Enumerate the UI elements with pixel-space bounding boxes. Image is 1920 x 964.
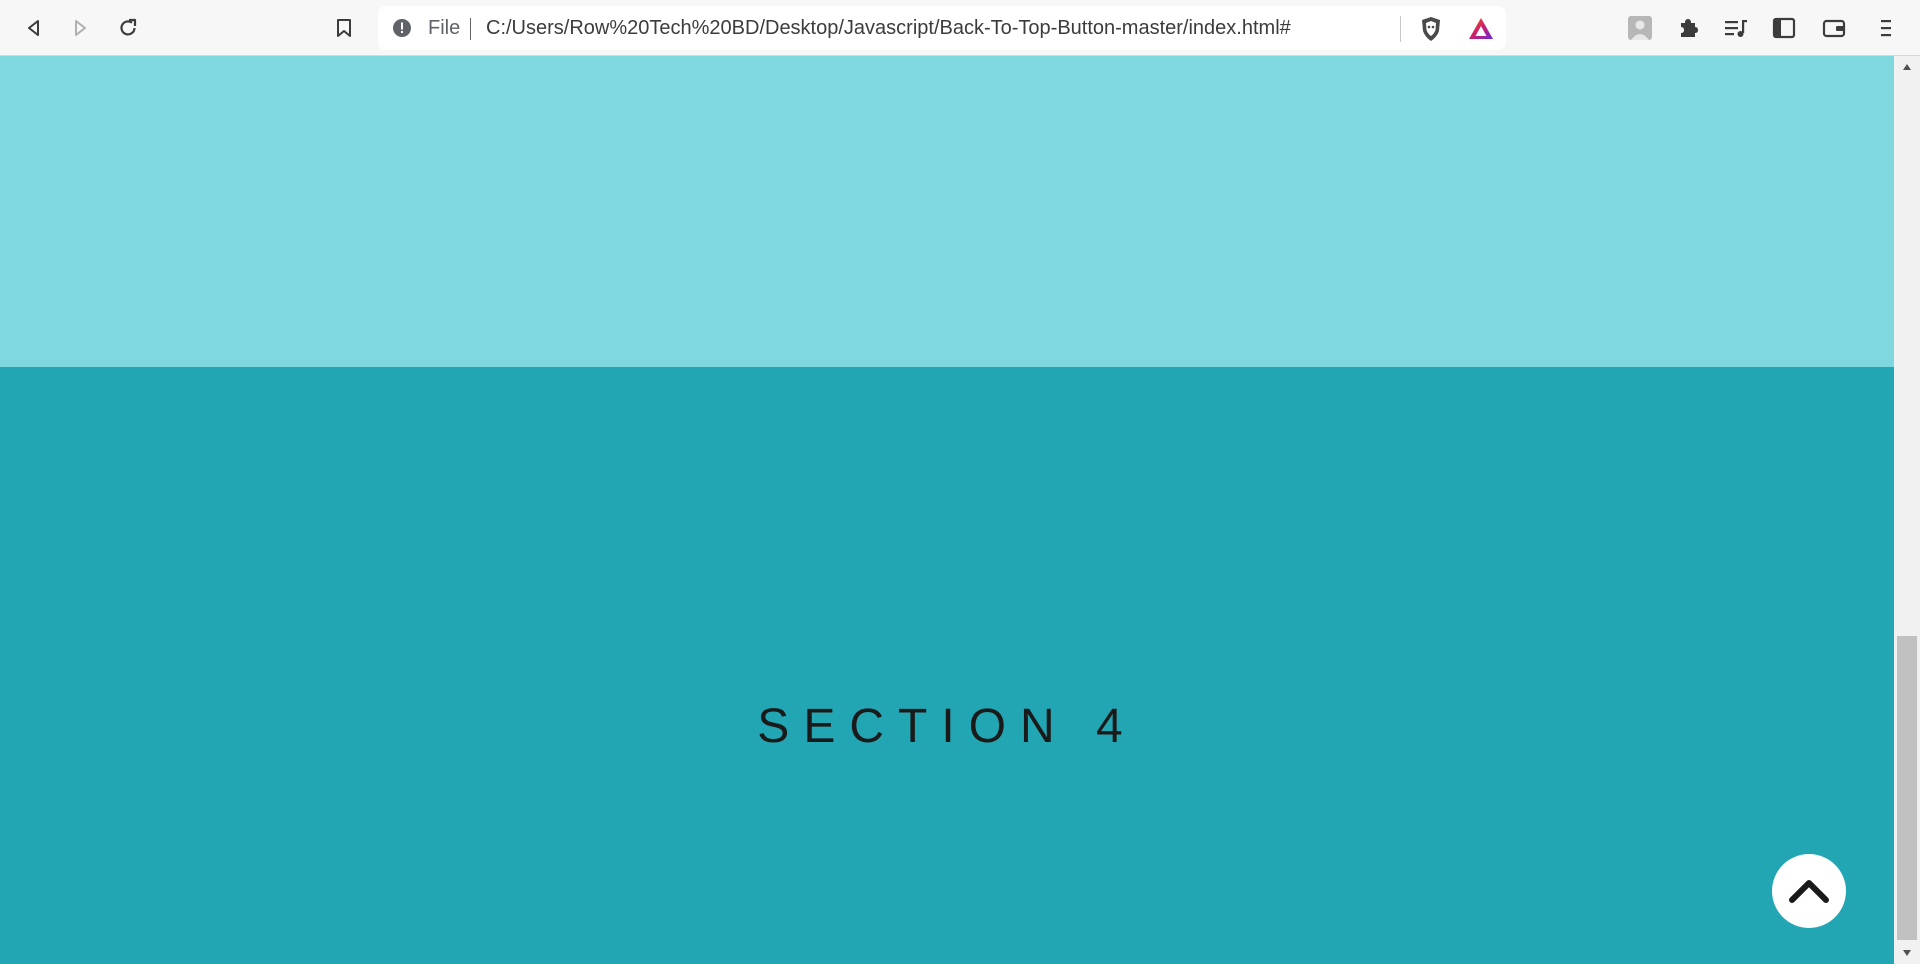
forward-icon — [75, 20, 86, 36]
vertical-scrollbar[interactable] — [1894, 56, 1920, 964]
menu-button[interactable] — [1870, 12, 1902, 44]
reload-button[interactable] — [112, 12, 144, 44]
section-3 — [0, 56, 1894, 367]
chevron-up-icon — [1789, 880, 1829, 903]
scheme-divider — [470, 18, 471, 40]
wallet-button[interactable] — [1818, 12, 1850, 44]
brave-shields-button[interactable] — [1416, 14, 1446, 44]
browser-toolbar: File C:/Users/Row%20Tech%20BD/Desktop/Ja… — [0, 0, 1920, 56]
address-divider — [1400, 16, 1401, 42]
sidebar-icon — [1772, 17, 1796, 39]
reload-icon — [120, 18, 137, 36]
address-bar[interactable]: File C:/Users/Row%20Tech%20BD/Desktop/Ja… — [378, 6, 1506, 50]
triangle-down-icon — [1903, 950, 1911, 956]
puzzle-icon — [1681, 19, 1698, 37]
playlist-button[interactable] — [1720, 12, 1752, 44]
triangle-up-icon — [1903, 64, 1911, 70]
scheme-label: File — [428, 17, 461, 39]
extensions-button[interactable] — [1672, 12, 1704, 44]
profile-button[interactable] — [1624, 12, 1656, 44]
back-icon — [28, 20, 39, 36]
bookmark-icon — [337, 19, 351, 37]
back-button[interactable] — [18, 12, 50, 44]
hamburger-menu-icon — [1881, 20, 1891, 37]
section-4: SECTION 4 — [0, 367, 1894, 964]
back-to-top-button[interactable] — [1772, 854, 1846, 928]
scroll-up-arrow[interactable] — [1894, 56, 1920, 78]
bookmark-button[interactable] — [328, 12, 360, 44]
profile-avatar-icon — [1628, 16, 1652, 40]
sidebar-button[interactable] — [1768, 12, 1800, 44]
playlist-icon — [1725, 20, 1747, 37]
scrollbar-thumb[interactable] — [1897, 636, 1917, 940]
url-text[interactable]: C:/Users/Row%20Tech%20BD/Desktop/Javascr… — [486, 17, 1291, 39]
wallet-icon — [1822, 19, 1846, 38]
info-icon[interactable] — [392, 18, 412, 38]
page-viewport[interactable]: SECTION 4 — [0, 56, 1894, 964]
brave-rewards-button[interactable] — [1466, 14, 1496, 44]
brave-shields-icon — [1422, 17, 1440, 41]
brave-rewards-icon — [1469, 18, 1493, 39]
scroll-down-arrow[interactable] — [1894, 942, 1920, 964]
forward-button[interactable] — [64, 12, 96, 44]
section-title: SECTION 4 — [757, 700, 1137, 753]
